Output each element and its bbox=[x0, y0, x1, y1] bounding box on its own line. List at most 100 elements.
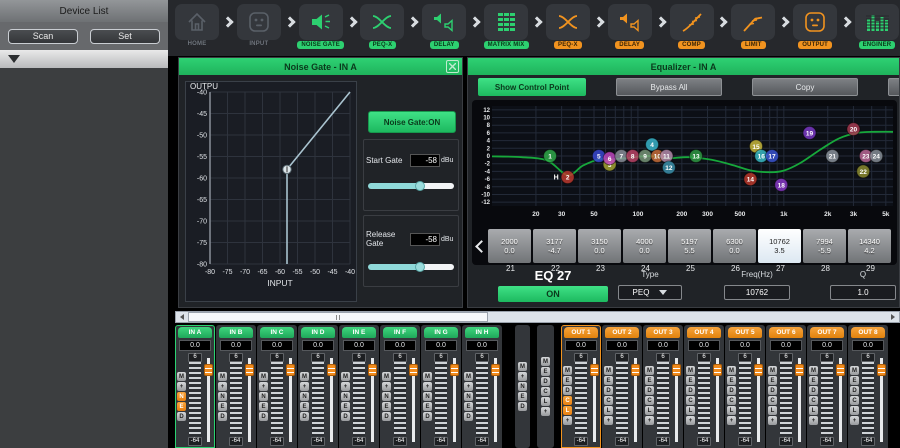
channel-btn-D[interactable]: D bbox=[341, 412, 350, 421]
channel-btn-E[interactable]: E bbox=[341, 402, 350, 411]
toolbar-item-output[interactable]: OUTPUT bbox=[792, 4, 838, 49]
channel-btn-C[interactable]: C bbox=[727, 396, 736, 405]
channel-btn-+[interactable]: + bbox=[563, 416, 572, 425]
aux-btn-L[interactable]: L bbox=[541, 397, 550, 406]
channel-strip-in-a[interactable]: IN A0.0M+NED6-64 bbox=[175, 325, 215, 448]
channel-btn-+[interactable]: + bbox=[423, 382, 432, 391]
fader-handle[interactable] bbox=[877, 364, 886, 376]
scan-button[interactable]: Scan bbox=[8, 29, 78, 44]
channel-btn-D[interactable]: D bbox=[259, 412, 268, 421]
channel-btn-N[interactable]: N bbox=[464, 392, 473, 401]
channel-btn-D[interactable]: D bbox=[686, 386, 695, 395]
channel-btn-N[interactable]: N bbox=[300, 392, 309, 401]
channel-btn-D[interactable]: D bbox=[464, 412, 473, 421]
channel-btn-E[interactable]: E bbox=[768, 376, 777, 385]
channel-btn-D[interactable]: D bbox=[218, 412, 227, 421]
channel-btn-C[interactable]: C bbox=[645, 396, 654, 405]
aux-btn-M[interactable]: M bbox=[541, 357, 550, 366]
channel-btn-E[interactable]: E bbox=[686, 376, 695, 385]
channel-btn-L[interactable]: L bbox=[604, 406, 613, 415]
release-gate-slider-knob[interactable] bbox=[415, 262, 425, 272]
aux-btn-D[interactable]: D bbox=[541, 377, 550, 386]
type-select[interactable]: PEQ bbox=[618, 285, 682, 300]
channel-btn-C[interactable]: C bbox=[809, 396, 818, 405]
fader-handle[interactable] bbox=[713, 364, 722, 376]
channel-btn-E[interactable]: E bbox=[382, 402, 391, 411]
fader-handle[interactable] bbox=[204, 364, 213, 376]
channel-btn-L[interactable]: L bbox=[645, 406, 654, 415]
channel-btn-E[interactable]: E bbox=[645, 376, 654, 385]
channel-strip-out-5[interactable]: OUT 50.0MEDCL+6-64 bbox=[725, 325, 765, 448]
channel-btn-D[interactable]: D bbox=[645, 386, 654, 395]
channel-btn-E[interactable]: E bbox=[177, 402, 186, 411]
scroll-left-icon[interactable] bbox=[176, 312, 188, 322]
channel-gain-value[interactable]: 0.0 bbox=[647, 340, 679, 351]
channel-btn-E[interactable]: E bbox=[563, 376, 572, 385]
channel-btn-+[interactable]: + bbox=[177, 382, 186, 391]
bypass-all-button[interactable]: Bypass All bbox=[616, 78, 722, 96]
channel-btn-E[interactable]: E bbox=[727, 376, 736, 385]
channel-btn-E[interactable]: E bbox=[604, 376, 613, 385]
fader-handle[interactable] bbox=[327, 364, 336, 376]
channel-strip-out-2[interactable]: OUT 20.0MEDCL+6-64 bbox=[602, 325, 642, 448]
channel-btn-M[interactable]: M bbox=[464, 372, 473, 381]
channel-btn-C[interactable]: C bbox=[768, 396, 777, 405]
channel-btn-N[interactable]: N bbox=[218, 392, 227, 401]
channel-btn-M[interactable]: M bbox=[218, 372, 227, 381]
band-button-29[interactable]: 143404.2 bbox=[848, 229, 891, 263]
band-button-27[interactable]: 107623.5 bbox=[758, 229, 801, 263]
channel-btn-E[interactable]: E bbox=[300, 402, 309, 411]
release-gate-value[interactable]: -58 bbox=[410, 233, 440, 246]
noise-gate-graph[interactable]: OUTPU-40-45-50-55-60-65-70-75-80-80-75-7… bbox=[185, 81, 357, 302]
channel-btn-D[interactable]: D bbox=[563, 386, 572, 395]
channel-btn-+[interactable]: + bbox=[768, 416, 777, 425]
channel-strip-out-7[interactable]: OUT 70.0MEDCL+6-64 bbox=[807, 325, 847, 448]
channel-btn-C[interactable]: C bbox=[850, 396, 859, 405]
toolbar-item-home[interactable]: HOME bbox=[174, 4, 220, 47]
channel-btn-+[interactable]: + bbox=[686, 416, 695, 425]
channel-gain-value[interactable]: 0.0 bbox=[220, 340, 252, 351]
channel-gain-value[interactable]: 0.0 bbox=[565, 340, 597, 351]
channel-btn-+[interactable]: + bbox=[259, 382, 268, 391]
channel-btn-+[interactable]: + bbox=[218, 382, 227, 391]
equalizer-curve[interactable]: 121086420-2-4-6-8-10-1220305010020030050… bbox=[474, 102, 895, 226]
fader-handle[interactable] bbox=[672, 364, 681, 376]
channel-btn-M[interactable]: M bbox=[341, 372, 350, 381]
release-gate-slider[interactable] bbox=[368, 264, 454, 270]
toolbar-item-comp[interactable]: COMP bbox=[669, 4, 715, 49]
channel-btn-+[interactable]: + bbox=[464, 382, 473, 391]
scrollbar-thumb[interactable] bbox=[188, 312, 488, 322]
aux-btn-N[interactable]: N bbox=[518, 382, 527, 391]
channel-btn-C[interactable]: C bbox=[563, 396, 572, 405]
horizontal-scrollbar[interactable] bbox=[175, 311, 900, 323]
channel-btn-D[interactable]: D bbox=[177, 412, 186, 421]
channel-btn-D[interactable]: D bbox=[768, 386, 777, 395]
paste-button[interactable]: Paste bbox=[888, 78, 900, 96]
toolbar-item-peq-x-in[interactable]: PEQ-X bbox=[359, 4, 405, 49]
copy-button[interactable]: Copy bbox=[752, 78, 858, 96]
channel-btn-M[interactable]: M bbox=[382, 372, 391, 381]
channel-gain-value[interactable]: 0.0 bbox=[384, 340, 416, 351]
channel-btn-E[interactable]: E bbox=[423, 402, 432, 411]
aux-btn-M[interactable]: M bbox=[518, 362, 527, 371]
channel-btn-+[interactable]: + bbox=[300, 382, 309, 391]
start-gate-slider-knob[interactable] bbox=[415, 181, 425, 191]
toolbar-item-enginer[interactable]: ENGINER bbox=[854, 4, 900, 49]
channel-btn-D[interactable]: D bbox=[727, 386, 736, 395]
channel-btn-M[interactable]: M bbox=[850, 366, 859, 375]
fader-handle[interactable] bbox=[491, 364, 500, 376]
toolbar-item-delay-out[interactable]: DELAY bbox=[607, 4, 653, 49]
channel-btn-E[interactable]: E bbox=[259, 402, 268, 411]
channel-btn-M[interactable]: M bbox=[727, 366, 736, 375]
aux-btn-C[interactable]: C bbox=[541, 387, 550, 396]
band-button-21[interactable]: 20000.0 bbox=[488, 229, 531, 263]
channel-gain-value[interactable]: 0.0 bbox=[729, 340, 761, 351]
channel-btn-M[interactable]: M bbox=[768, 366, 777, 375]
toolbar-item-noise-gate[interactable]: NOISE GATE bbox=[298, 4, 344, 49]
channel-strip-in-f[interactable]: IN F0.0M+NED6-64 bbox=[380, 325, 420, 448]
band-button-24[interactable]: 40000.0 bbox=[623, 229, 666, 263]
channel-btn-M[interactable]: M bbox=[604, 366, 613, 375]
channel-btn-N[interactable]: N bbox=[382, 392, 391, 401]
toolbar-item-matrix-mix[interactable]: MATRIX MIX bbox=[483, 4, 529, 49]
channel-btn-M[interactable]: M bbox=[686, 366, 695, 375]
